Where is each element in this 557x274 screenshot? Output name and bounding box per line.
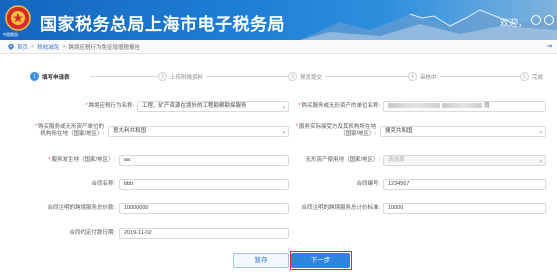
app-header: 中国税务 国家税务总局上海市电子税务局 欢迎， <box>0 0 557 40</box>
form-row: *服务发生地（国家/地区）: aa 无形资产使用地（国家/地区）: 请选择 ▾ <box>0 155 557 171</box>
step-number: 4 <box>408 72 417 81</box>
cross-border-behavior-label: *跨境应税行为名称: <box>85 103 134 109</box>
service-occur-place-label: *服务发生地（国家/地区）: <box>48 157 115 163</box>
breadcrumb-current: 跨境应税行为免征增值税报告 <box>68 45 140 51</box>
emblem-caption: 中国税务 <box>3 32 19 37</box>
step-label: 上传附报资料 <box>170 74 204 81</box>
redacted-text <box>388 103 440 109</box>
page-title: 国家税务总局上海市电子税务局 <box>40 15 285 35</box>
contract-number-input[interactable]: 1234567 <box>383 179 546 190</box>
step-number: 1 <box>30 72 39 81</box>
location-pin-icon <box>8 44 14 50</box>
contract-number-label: 合同编号: <box>356 181 380 187</box>
highlight-box <box>290 251 352 270</box>
contract-name-label: 合同名称: <box>91 181 115 187</box>
welcome-text: 欢迎， <box>499 18 527 28</box>
buyer-location-select[interactable]: 意大利共和国 ▾ <box>108 126 289 137</box>
buyer-company-label: *购买服务或无形资产的单位名称: <box>298 103 380 109</box>
save-draft-button[interactable]: 暂存 <box>233 253 289 268</box>
breadcrumb: 首页 > 税收减免 > 跨境应税行为免征增值税报告 ⇥ <box>0 40 557 54</box>
step-under-review: 4 审核中 <box>408 72 440 81</box>
step-preview-submit: 3 预览提交 <box>288 72 326 81</box>
contract-total-amount-label: 合同注明的跨境服务总价款: <box>47 205 115 211</box>
chevron-down-icon: ▾ <box>282 130 285 136</box>
intangible-use-place-select[interactable]: 请选择 ▾ <box>383 155 546 166</box>
step-label: 预览提交 <box>300 74 323 81</box>
form-row: 合同注明的跨境服务总价款: 10000000 合同注明的跨境服务总计价标准: 1… <box>0 203 557 219</box>
breadcrumb-separator: > <box>31 44 35 50</box>
chevron-down-icon: ▾ <box>539 130 542 136</box>
form-row: *购买服务或无形资产单位的机构所在地（国家/地区）: 意大利共和国 ▾ *服务实际… <box>0 124 557 140</box>
step-label: 完成 <box>532 74 544 81</box>
contract-total-amount-input[interactable]: 10000000 <box>119 203 289 214</box>
intangible-use-place-label: 无形资产使用地（国家/地区）: <box>305 157 380 163</box>
buyer-company-input[interactable]: 司 <box>383 101 546 112</box>
step-number: 3 <box>288 72 297 81</box>
exit-icon[interactable]: ⇥ <box>546 43 554 51</box>
contract-sign-date-picker[interactable]: 2019-11-02 <box>119 228 289 239</box>
step-label: 填写申请表 <box>42 74 70 81</box>
logout-icon[interactable] <box>544 15 554 25</box>
progress-steps: 1 填写申请表 2 上传附报资料 3 预览提交 4 审核中 5 完成 <box>30 72 547 84</box>
form-row: *跨境应税行为名称: 工程、矿产资源在境外的工程勘察勘探服务 ▾ *购买服务或无形… <box>0 101 557 117</box>
contract-sign-date-label: 合同约定付款日期: <box>69 230 115 236</box>
step-complete: 5 完成 <box>520 72 547 81</box>
contract-cumulative-label: 合同注明的跨境服务总计价标准: <box>301 205 380 211</box>
chevron-down-icon: ▾ <box>539 159 542 165</box>
contract-name-input[interactable]: bbb <box>119 179 289 190</box>
tax-emblem-icon <box>5 5 31 31</box>
form-row: 合同约定付款日期: 2019-11-02 <box>0 228 557 244</box>
step-upload-materials: 2 上传附报资料 <box>158 72 207 81</box>
step-number: 5 <box>520 72 529 81</box>
step-number: 2 <box>158 72 167 81</box>
buyer-location-label: *购买服务或无形资产单位的机构所在地（国家/地区）: <box>34 124 104 137</box>
redacted-text <box>442 103 482 109</box>
breadcrumb-separator: > <box>62 44 66 50</box>
step-label: 审核中 <box>420 74 437 81</box>
service-location-select[interactable]: 捷克共和国 ▾ <box>380 126 546 137</box>
breadcrumb-tax-relief-link[interactable]: 税收减免 <box>37 43 59 51</box>
contract-cumulative-input[interactable]: 10000 <box>383 203 546 214</box>
service-occur-place-input[interactable]: aa <box>119 155 289 166</box>
user-menu-icon[interactable] <box>531 15 541 25</box>
breadcrumb-home-link[interactable]: 首页 <box>17 43 28 51</box>
step-fill-form: 1 填写申请表 <box>30 72 73 81</box>
form-row: 合同名称: bbb 合同编号: 1234567 <box>0 179 557 195</box>
service-location-label: *服务实际接受方及其机构所在地（国家/地区）: <box>295 124 376 137</box>
